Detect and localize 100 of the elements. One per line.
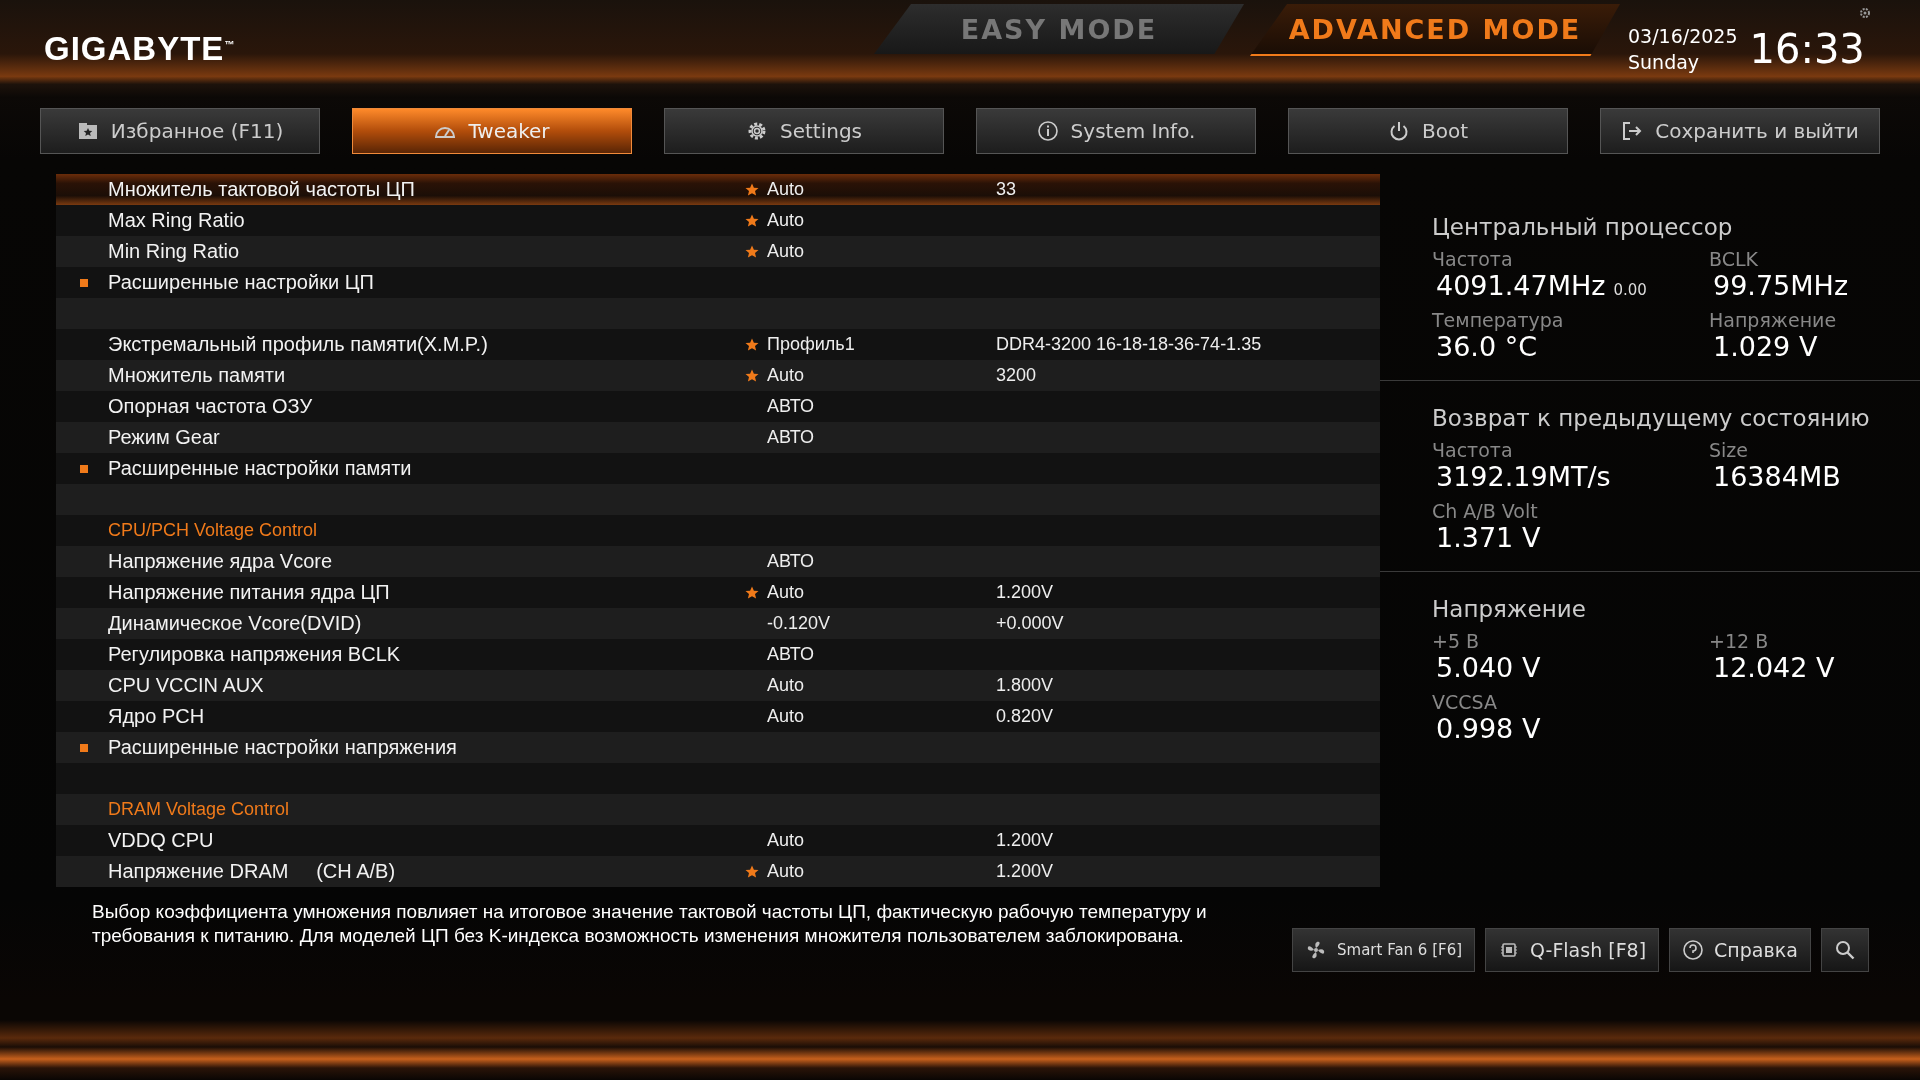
reading-note: 0.00 — [1613, 281, 1647, 299]
setting-row[interactable]: Max Ring Ratio Auto — [56, 205, 1380, 236]
setting-row[interactable]: Напряжение ядра Vcore АВТО — [56, 546, 1380, 577]
setting-row[interactable]: Режим Gear АВТО — [56, 422, 1380, 453]
reading-label: Температура — [1432, 309, 1565, 331]
setting-label[interactable]: Множитель памяти — [108, 364, 745, 387]
setting-value[interactable]: АВТО — [767, 644, 814, 665]
submenu-item[interactable]: Расширенные настройки памяти — [108, 457, 745, 480]
setting-label[interactable]: Max Ring Ratio — [108, 209, 745, 232]
setting-label[interactable]: VDDQ CPU — [108, 829, 745, 852]
setting-row[interactable]: Регулировка напряжения BCLK АВТО — [56, 639, 1380, 670]
footer-button[interactable]: Smart Fan 6 [F6] — [1292, 928, 1476, 972]
setting-value: 1.200V — [996, 861, 1054, 882]
reading-label: +12 В — [1709, 630, 1770, 652]
day-text: Sunday — [1628, 50, 1701, 75]
reading-label: Частота — [1432, 439, 1514, 461]
section-heading: CPU/PCH Voltage Control — [108, 520, 319, 541]
tab[interactable]: Settings — [664, 108, 944, 154]
reading-value: 1.029 V — [1712, 331, 1818, 362]
setting-label[interactable]: Напряжение DRAM (CH A/B) — [108, 860, 745, 883]
setting-row[interactable]: Множитель тактовой частоты ЦП Auto 33 — [56, 174, 1380, 205]
setting-value[interactable]: Auto — [767, 365, 805, 386]
setting-row[interactable]: CPU VCCIN AUX Auto 1.800V — [56, 670, 1380, 701]
reading-label: VCCSA — [1432, 691, 1498, 713]
setting-value[interactable]: АВТО — [767, 551, 814, 572]
reading-value: 4091.47MHz — [1435, 270, 1606, 301]
setting-row[interactable]: Экстремальный профиль памяти(X.M.P.) Профиль1 DDR4-3200 16-18-18-36-74-1.35 — [56, 329, 1380, 360]
help-text: Выбор коэффициента умножения повлияет на итоговое значение тактовой частоты ЦП, фактическую рабочую температуру и требования к питанию. Для моделей ЦП без K-индекса возможность изменения множителя пользователем заблокирована. — [92, 900, 1208, 948]
setting-row[interactable]: Min Ring Ratio Auto — [56, 236, 1380, 267]
setting-value[interactable]: Auto — [767, 241, 805, 262]
setting-row[interactable]: Множитель памяти Auto 3200 — [56, 360, 1380, 391]
setting-value: 33 — [996, 179, 1017, 200]
setting-label[interactable]: Экстремальный профиль памяти(X.M.P.) — [108, 333, 745, 356]
setting-value[interactable]: Auto — [767, 179, 805, 200]
setting-row[interactable]: Напряжение DRAM (CH A/B) Auto 1.200V — [56, 856, 1380, 887]
clock-time: 16:33 — [1749, 26, 1865, 72]
panel-heading: Возврат к предыдущему состоянию — [1432, 405, 1871, 431]
mode-tab[interactable]: EASY MODE — [874, 4, 1244, 54]
setting-label[interactable]: Ядро PCH — [108, 705, 745, 728]
setting-row[interactable]: Ядро PCH Auto 0.820V — [56, 701, 1380, 732]
setting-value: 1.800V — [996, 675, 1054, 696]
setting-row[interactable]: Расширенные настройки напряжения — [56, 732, 1380, 763]
footer-button[interactable]: Справка — [1669, 928, 1811, 972]
reading-value: 99.75MHz — [1712, 270, 1849, 301]
setting-label[interactable]: CPU VCCIN AUX — [108, 674, 745, 697]
setting-value[interactable]: Auto — [767, 582, 805, 603]
setting-value[interactable]: Auto — [767, 675, 805, 696]
setting-row[interactable]: Динамическое Vcore(DVID) -0.120V +0.000V — [56, 608, 1380, 639]
tab[interactable]: Tweaker — [352, 108, 632, 154]
tab[interactable]: Избранное (F11) — [40, 108, 320, 154]
setting-value: 1.200V — [996, 582, 1054, 603]
setting-value[interactable]: АВТО — [767, 427, 814, 448]
setting-value: 0.820V — [996, 706, 1054, 727]
setting-label[interactable]: Min Ring Ratio — [108, 240, 745, 263]
submenu-item[interactable]: Расширенные настройки ЦП — [108, 271, 745, 294]
setting-value: 1.200V — [996, 830, 1054, 851]
brand-logo: GIGABYTE$^{™}$ — [44, 30, 237, 68]
setting-value: 3200 — [996, 365, 1037, 386]
tab[interactable]: System Info. — [976, 108, 1256, 154]
section-heading: DRAM Voltage Control — [108, 799, 291, 820]
setting-label[interactable]: Динамическое Vcore(DVID) — [108, 612, 745, 635]
setting-label[interactable]: Напряжение ядра Vcore — [108, 550, 745, 573]
reading-label: Ch A/B Volt — [1432, 500, 1539, 522]
setting-value[interactable]: Auto — [767, 830, 805, 851]
reading-value: 12.042 V — [1712, 652, 1835, 683]
setting-row[interactable]: Расширенные настройки ЦП — [56, 267, 1380, 298]
setting-value[interactable]: Auto — [767, 861, 805, 882]
setting-row[interactable]: VDDQ CPU Auto 1.200V — [56, 825, 1380, 856]
setting-row[interactable]: Напряжение питания ядра ЦП Auto 1.200V — [56, 577, 1380, 608]
setting-label[interactable]: Опорная частота ОЗУ — [108, 395, 745, 418]
reading-value: 16384MB — [1712, 461, 1841, 492]
setting-value[interactable]: Auto — [767, 706, 805, 727]
reading-label: BCLK — [1709, 248, 1759, 270]
reading-value: 1.371 V — [1435, 522, 1541, 553]
reading-label: Size — [1709, 439, 1749, 461]
footer-button[interactable]: Q-Flash [F8] — [1485, 928, 1660, 972]
setting-label[interactable]: Множитель тактовой частоты ЦП — [108, 178, 745, 201]
reading-label: Напряжение — [1709, 309, 1838, 331]
reading-value: 3192.19MT/s — [1435, 461, 1611, 492]
setting-value[interactable]: АВТО — [767, 396, 814, 417]
panel-heading: Напряжение — [1432, 596, 1587, 622]
setting-label[interactable]: Режим Gear — [108, 426, 745, 449]
tab[interactable]: Boot — [1288, 108, 1568, 154]
reading-value: 0.998 V — [1435, 713, 1541, 744]
setting-value: +0.000V — [996, 613, 1064, 634]
tab[interactable]: Сохранить и выйти — [1600, 108, 1880, 154]
panel-heading: Центральный процессор — [1432, 214, 1734, 240]
setting-row[interactable]: Опорная частота ОЗУ АВТО — [56, 391, 1380, 422]
setting-value[interactable]: Auto — [767, 210, 805, 231]
setting-label[interactable]: Регулировка напряжения BCLK — [108, 643, 745, 666]
reading-value: 5.040 V — [1435, 652, 1541, 683]
mode-tab[interactable]: ADVANCED MODE — [1250, 4, 1620, 56]
setting-label[interactable]: Напряжение питания ядра ЦП — [108, 581, 745, 604]
reading-label: Частота — [1432, 248, 1514, 270]
setting-value[interactable]: Профиль1 — [767, 334, 855, 355]
setting-row[interactable]: Расширенные настройки памяти — [56, 453, 1380, 484]
submenu-item[interactable]: Расширенные настройки напряжения — [108, 736, 745, 759]
setting-value[interactable]: -0.120V — [767, 613, 831, 634]
reading-label: +5 В — [1432, 630, 1481, 652]
date-text: 03/16/2025 — [1628, 24, 1738, 49]
